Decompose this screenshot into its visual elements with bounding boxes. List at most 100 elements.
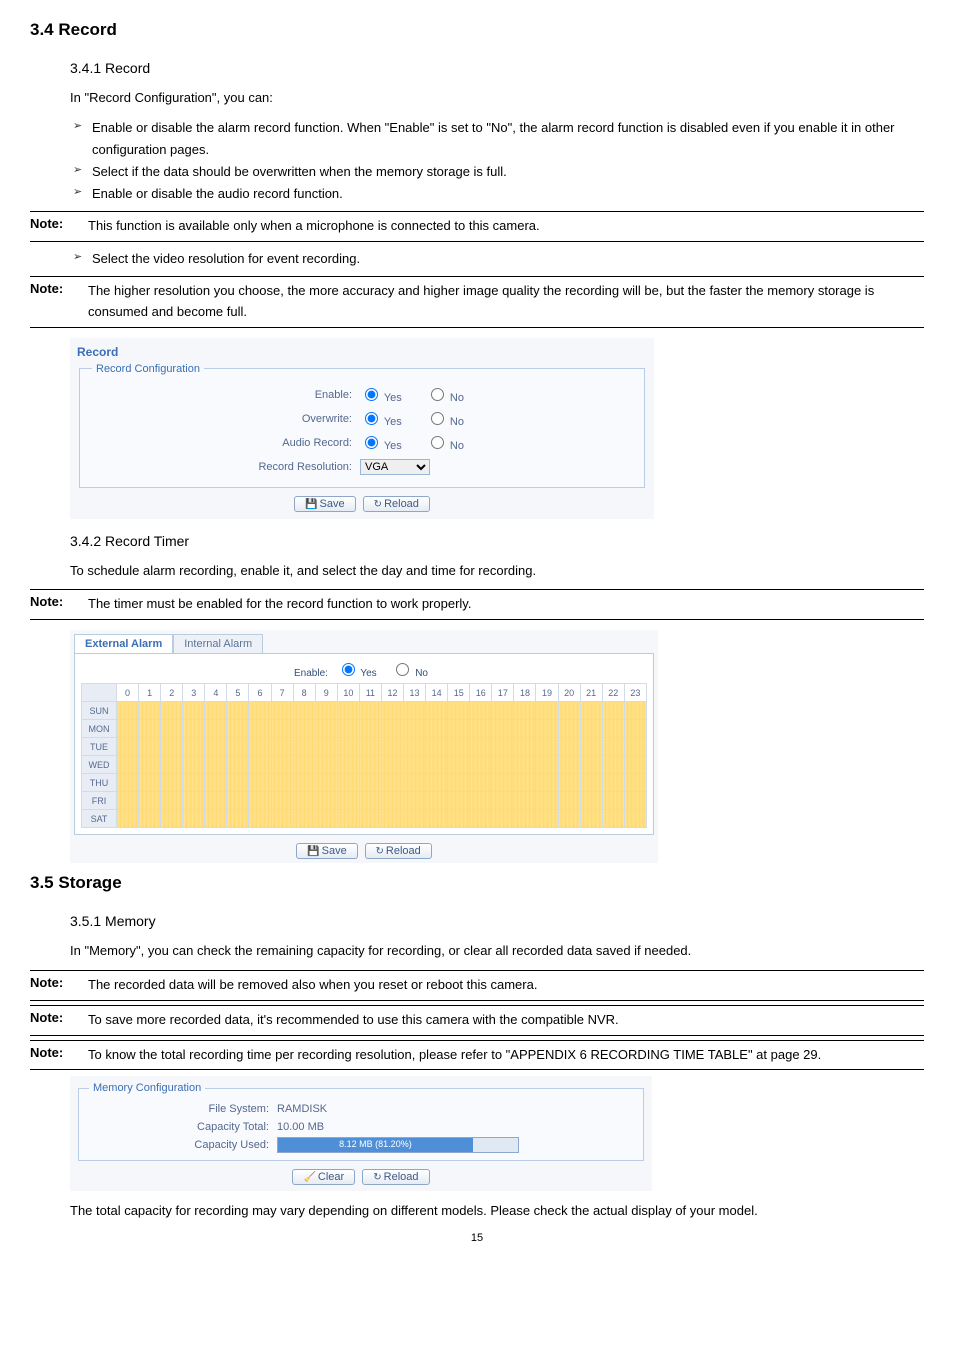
timer-cell[interactable] bbox=[183, 702, 205, 720]
timer-cell[interactable] bbox=[249, 774, 271, 792]
timer-enable-no[interactable]: No bbox=[391, 668, 428, 679]
timer-cell[interactable] bbox=[426, 702, 448, 720]
timer-cell[interactable] bbox=[381, 738, 403, 756]
timer-cell[interactable] bbox=[558, 738, 580, 756]
timer-cell[interactable] bbox=[359, 810, 381, 828]
timer-cell[interactable] bbox=[139, 792, 161, 810]
timer-cell[interactable] bbox=[470, 756, 492, 774]
timer-cell[interactable] bbox=[448, 792, 470, 810]
timer-cell[interactable] bbox=[536, 810, 558, 828]
timer-cell[interactable] bbox=[293, 810, 315, 828]
timer-cell[interactable] bbox=[381, 756, 403, 774]
timer-cell[interactable] bbox=[183, 720, 205, 738]
timer-cell[interactable] bbox=[139, 756, 161, 774]
timer-cell[interactable] bbox=[337, 720, 359, 738]
timer-cell[interactable] bbox=[139, 720, 161, 738]
timer-cell[interactable] bbox=[404, 738, 426, 756]
timer-cell[interactable] bbox=[381, 702, 403, 720]
timer-cell[interactable] bbox=[514, 738, 536, 756]
timer-cell[interactable] bbox=[271, 720, 293, 738]
timer-cell[interactable] bbox=[448, 738, 470, 756]
timer-cell[interactable] bbox=[381, 810, 403, 828]
reload-button[interactable]: ↻Reload bbox=[363, 496, 430, 512]
timer-cell[interactable] bbox=[161, 810, 183, 828]
timer-cell[interactable] bbox=[514, 774, 536, 792]
timer-cell[interactable] bbox=[161, 720, 183, 738]
timer-cell[interactable] bbox=[492, 738, 514, 756]
timer-cell[interactable] bbox=[514, 810, 536, 828]
timer-cell[interactable] bbox=[205, 792, 227, 810]
timer-enable-yes[interactable]: Yes bbox=[337, 668, 377, 679]
timer-cell[interactable] bbox=[580, 774, 602, 792]
timer-cell[interactable] bbox=[337, 738, 359, 756]
timer-cell[interactable] bbox=[293, 720, 315, 738]
timer-grid[interactable]: 01234567891011121314151617181920212223SU… bbox=[81, 683, 647, 828]
timer-cell[interactable] bbox=[602, 810, 624, 828]
timer-cell[interactable] bbox=[492, 792, 514, 810]
enable-yes[interactable]: Yes bbox=[360, 385, 402, 404]
timer-cell[interactable] bbox=[492, 702, 514, 720]
timer-cell[interactable] bbox=[293, 702, 315, 720]
timer-cell[interactable] bbox=[161, 774, 183, 792]
timer-cell[interactable] bbox=[337, 810, 359, 828]
enable-no[interactable]: No bbox=[426, 385, 464, 404]
timer-cell[interactable] bbox=[117, 756, 139, 774]
timer-cell[interactable] bbox=[117, 720, 139, 738]
timer-cell[interactable] bbox=[602, 756, 624, 774]
timer-cell[interactable] bbox=[337, 792, 359, 810]
timer-cell[interactable] bbox=[227, 702, 249, 720]
timer-cell[interactable] bbox=[161, 756, 183, 774]
timer-cell[interactable] bbox=[271, 774, 293, 792]
timer-cell[interactable] bbox=[183, 738, 205, 756]
tab-internal-alarm[interactable]: Internal Alarm bbox=[173, 634, 263, 653]
timer-cell[interactable] bbox=[624, 810, 646, 828]
timer-cell[interactable] bbox=[359, 738, 381, 756]
timer-cell[interactable] bbox=[448, 756, 470, 774]
timer-cell[interactable] bbox=[558, 792, 580, 810]
timer-cell[interactable] bbox=[359, 702, 381, 720]
timer-cell[interactable] bbox=[161, 738, 183, 756]
timer-cell[interactable] bbox=[227, 756, 249, 774]
timer-cell[interactable] bbox=[602, 774, 624, 792]
timer-cell[interactable] bbox=[514, 792, 536, 810]
timer-cell[interactable] bbox=[404, 702, 426, 720]
timer-cell[interactable] bbox=[117, 810, 139, 828]
timer-cell[interactable] bbox=[139, 810, 161, 828]
audio-record-yes[interactable]: Yes bbox=[360, 433, 402, 452]
timer-cell[interactable] bbox=[227, 720, 249, 738]
timer-cell[interactable] bbox=[580, 792, 602, 810]
timer-cell[interactable] bbox=[492, 774, 514, 792]
timer-cell[interactable] bbox=[448, 720, 470, 738]
timer-cell[interactable] bbox=[536, 756, 558, 774]
timer-cell[interactable] bbox=[315, 756, 337, 774]
timer-cell[interactable] bbox=[602, 738, 624, 756]
timer-cell[interactable] bbox=[470, 810, 492, 828]
timer-cell[interactable] bbox=[426, 792, 448, 810]
save-button[interactable]: 💾Save bbox=[296, 843, 358, 859]
timer-cell[interactable] bbox=[536, 792, 558, 810]
timer-cell[interactable] bbox=[624, 702, 646, 720]
timer-cell[interactable] bbox=[536, 774, 558, 792]
timer-cell[interactable] bbox=[470, 720, 492, 738]
timer-cell[interactable] bbox=[227, 738, 249, 756]
timer-cell[interactable] bbox=[624, 720, 646, 738]
timer-cell[interactable] bbox=[624, 792, 646, 810]
timer-cell[interactable] bbox=[117, 702, 139, 720]
timer-cell[interactable] bbox=[249, 756, 271, 774]
timer-cell[interactable] bbox=[602, 792, 624, 810]
timer-cell[interactable] bbox=[580, 720, 602, 738]
timer-cell[interactable] bbox=[359, 756, 381, 774]
timer-cell[interactable] bbox=[183, 756, 205, 774]
timer-cell[interactable] bbox=[249, 720, 271, 738]
timer-cell[interactable] bbox=[249, 738, 271, 756]
timer-cell[interactable] bbox=[426, 774, 448, 792]
timer-cell[interactable] bbox=[404, 720, 426, 738]
timer-cell[interactable] bbox=[139, 738, 161, 756]
timer-cell[interactable] bbox=[359, 720, 381, 738]
timer-cell[interactable] bbox=[492, 720, 514, 738]
timer-cell[interactable] bbox=[205, 702, 227, 720]
timer-cell[interactable] bbox=[536, 720, 558, 738]
timer-cell[interactable] bbox=[139, 774, 161, 792]
timer-cell[interactable] bbox=[404, 792, 426, 810]
timer-cell[interactable] bbox=[293, 738, 315, 756]
